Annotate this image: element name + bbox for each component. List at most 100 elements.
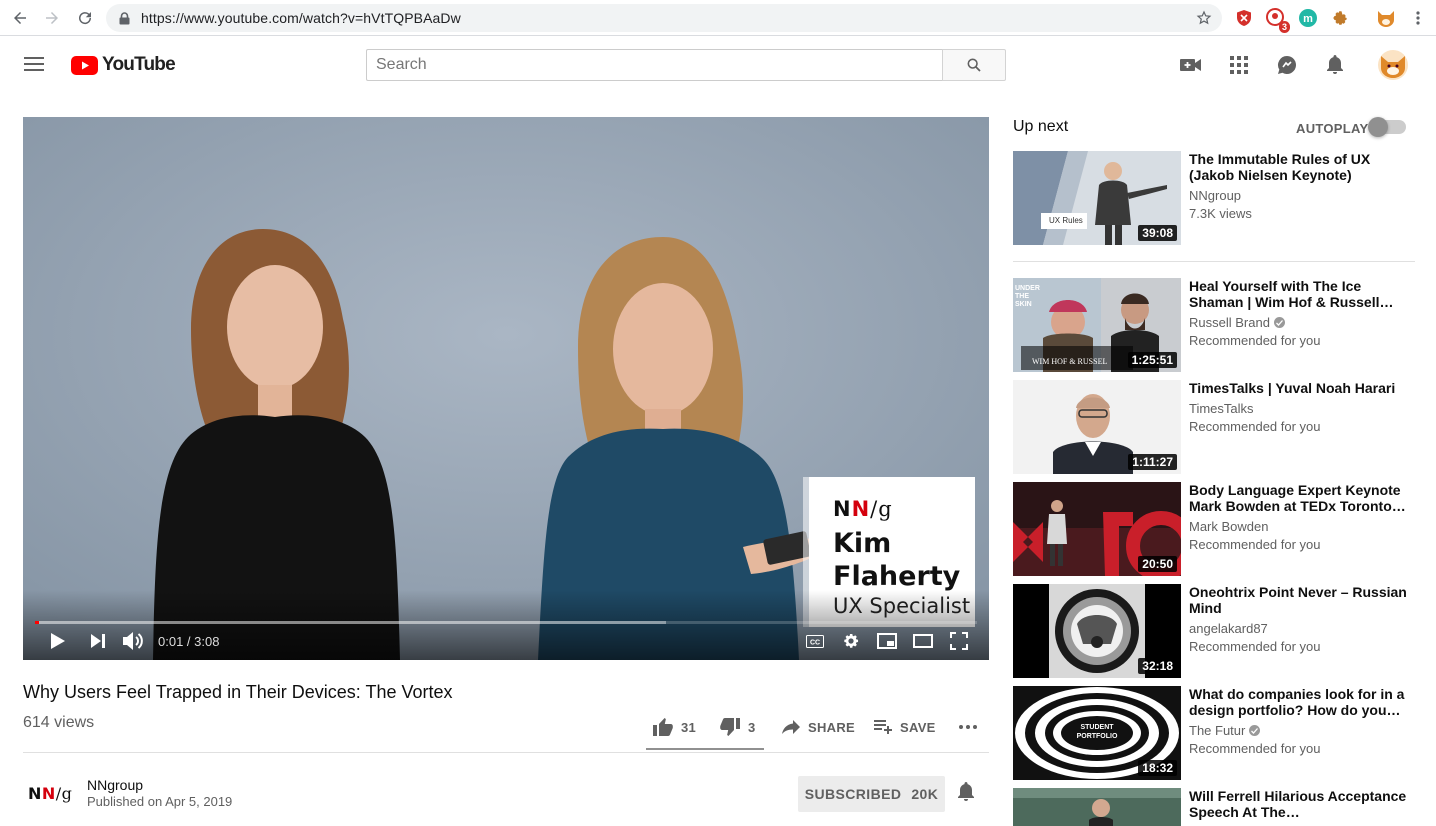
subscribe-button[interactable]: SUBSCRIBED 20K xyxy=(798,776,945,812)
up-next-video-card[interactable]: Will Ferrell Hilarious Acceptance Speech… xyxy=(1013,788,1415,826)
search-button[interactable] xyxy=(942,49,1006,81)
video-title: Why Users Feel Trapped in Their Devices:… xyxy=(23,682,453,702)
captions-button[interactable]: CC xyxy=(803,629,827,653)
profile-fox-icon[interactable] xyxy=(1376,8,1396,28)
video-title[interactable]: The Immutable Rules of UX (Jakob Nielsen… xyxy=(1189,151,1409,183)
channel-logo-n1: N xyxy=(28,784,42,803)
miniplayer-icon xyxy=(877,633,897,649)
back-button[interactable] xyxy=(8,6,32,30)
up-next-video-card[interactable]: 20:50 Body Language Expert Keynote Mark … xyxy=(1013,482,1415,576)
next-button[interactable] xyxy=(86,629,110,653)
video-thumbnail[interactable]: 20:50 xyxy=(1013,482,1181,576)
address-bar[interactable]: https://www.youtube.com/watch?v=hVtTQPBA… xyxy=(106,4,1222,32)
video-meta: Recommended for you xyxy=(1189,333,1321,348)
channel-name: TimesTalks xyxy=(1189,401,1254,416)
video-channel[interactable]: Russell Brand xyxy=(1189,315,1285,330)
video-channel[interactable]: angelakard87 xyxy=(1189,621,1268,636)
share-label: SHARE xyxy=(808,719,856,735)
speaker-name: Kim Flaherty xyxy=(833,527,960,593)
reload-button[interactable] xyxy=(73,6,97,30)
info-divider xyxy=(23,752,989,753)
video-channel[interactable]: NNgroup xyxy=(1189,188,1241,203)
video-thumbnail[interactable] xyxy=(1013,788,1181,826)
channel-name[interactable]: NNgroup xyxy=(87,777,143,793)
video-title[interactable]: Heal Yourself with The Ice Shaman | Wim … xyxy=(1189,278,1409,310)
up-next-video-card[interactable]: UX Rules 39:08 The Immutable Rules of UX… xyxy=(1013,151,1415,245)
progress-bar[interactable] xyxy=(35,621,977,624)
video-thumbnail[interactable]: 32:18 xyxy=(1013,584,1181,678)
play-button[interactable] xyxy=(46,629,70,653)
video-thumbnail[interactable]: STUDENT PORTFOLIO 18:32 xyxy=(1013,686,1181,780)
like-count: 31 xyxy=(681,719,697,735)
extension-m-icon[interactable]: m xyxy=(1298,8,1318,28)
like-button[interactable]: 31 xyxy=(653,716,696,738)
up-next-video-card[interactable]: 32:18 Oneohtrix Point Never – Russian Mi… xyxy=(1013,584,1415,678)
apps-grid-icon[interactable] xyxy=(1227,53,1251,77)
share-button[interactable]: SHARE xyxy=(782,716,855,738)
messages-icon[interactable] xyxy=(1275,53,1299,77)
volume-button[interactable] xyxy=(122,629,146,653)
sentiment-bar xyxy=(646,748,764,750)
video-title[interactable]: Will Ferrell Hilarious Acceptance Speech… xyxy=(1189,788,1409,820)
video-channel[interactable]: Mark Bowden xyxy=(1189,519,1268,534)
nng-logo-n2: N xyxy=(851,497,871,521)
thumbs-down-icon xyxy=(720,718,740,736)
extension-people-icon[interactable]: 3 xyxy=(1266,8,1290,33)
svg-text:CC: CC xyxy=(810,639,820,646)
up-next-video-card[interactable]: UNDER THE SKIN WIM HOF & RUSSEL 1:25:51 … xyxy=(1013,278,1415,372)
progress-loaded xyxy=(35,621,667,624)
video-meta: 7.3K views xyxy=(1189,206,1252,221)
settings-gear-icon xyxy=(844,634,859,648)
video-title[interactable]: Oneohtrix Point Never – Russian Mind xyxy=(1189,584,1409,616)
save-button[interactable]: SAVE xyxy=(874,716,936,738)
forward-button[interactable] xyxy=(40,6,64,30)
settings-button[interactable] xyxy=(839,629,863,653)
account-avatar[interactable] xyxy=(1378,50,1408,80)
up-next-video-card[interactable]: 1:11:27 TimesTalks | Yuval Noah Harari T… xyxy=(1013,380,1415,474)
autoplay-toggle-knob xyxy=(1368,117,1388,137)
channel-notification-bell-icon[interactable] xyxy=(957,782,981,806)
create-video-icon[interactable] xyxy=(1179,53,1203,77)
bookmark-star-icon[interactable] xyxy=(1196,10,1212,26)
save-label: SAVE xyxy=(900,719,936,735)
svg-text:m: m xyxy=(1303,13,1313,25)
search-icon xyxy=(967,58,981,72)
video-thumbnail[interactable]: UNDER THE SKIN WIM HOF & RUSSEL 1:25:51 xyxy=(1013,278,1181,372)
video-title[interactable]: What do companies look for in a design p… xyxy=(1189,686,1409,718)
speaker-first-name: Kim xyxy=(833,528,892,559)
miniplayer-button[interactable] xyxy=(875,629,899,653)
playlist-add-icon xyxy=(874,720,892,734)
autoplay-toggle[interactable] xyxy=(1368,117,1406,137)
closed-captions-icon: CC xyxy=(806,634,824,648)
video-duration: 18:32 xyxy=(1138,760,1177,776)
video-duration: 20:50 xyxy=(1138,556,1177,572)
time-display: 0:01 / 3:08 xyxy=(158,634,220,649)
fullscreen-button[interactable] xyxy=(947,629,971,653)
extension-shield-icon[interactable] xyxy=(1234,8,1254,28)
video-player[interactable]: NN/g KimFlaherty UX Specialist 0:01 / 3:… xyxy=(23,117,989,660)
autoplay-label: AUTOPLAY xyxy=(1296,121,1369,136)
theater-mode-icon xyxy=(913,634,933,648)
browser-menu-icon[interactable] xyxy=(1408,8,1428,28)
nng-logo: NN/g xyxy=(833,497,893,521)
theater-mode-button[interactable] xyxy=(911,629,935,653)
speaker-last-name: Flaherty xyxy=(833,561,961,592)
youtube-logo[interactable]: YouTube xyxy=(71,54,176,76)
more-actions-icon[interactable] xyxy=(958,724,980,732)
video-channel[interactable]: TimesTalks xyxy=(1189,401,1254,416)
extension-gear-icon[interactable] xyxy=(1330,8,1350,28)
view-count: 614 views xyxy=(23,714,95,731)
up-next-video-card[interactable]: STUDENT PORTFOLIO 18:32 What do companie… xyxy=(1013,686,1415,780)
notifications-bell-icon[interactable] xyxy=(1323,53,1347,77)
channel-avatar[interactable]: NN/g xyxy=(28,784,72,803)
hamburger-menu-icon[interactable] xyxy=(24,55,46,77)
channel-name: angelakard87 xyxy=(1189,621,1268,636)
dislike-button[interactable]: 3 xyxy=(720,716,756,738)
video-channel[interactable]: The Futur xyxy=(1189,723,1261,738)
video-title[interactable]: TimesTalks | Yuval Noah Harari xyxy=(1189,380,1409,396)
video-thumbnail[interactable]: 1:11:27 xyxy=(1013,380,1181,474)
video-title[interactable]: Body Language Expert Keynote Mark Bowden… xyxy=(1189,482,1409,514)
video-thumbnail[interactable]: UX Rules 39:08 xyxy=(1013,151,1181,245)
search-input[interactable] xyxy=(367,50,942,80)
verified-check-icon xyxy=(1249,725,1261,736)
